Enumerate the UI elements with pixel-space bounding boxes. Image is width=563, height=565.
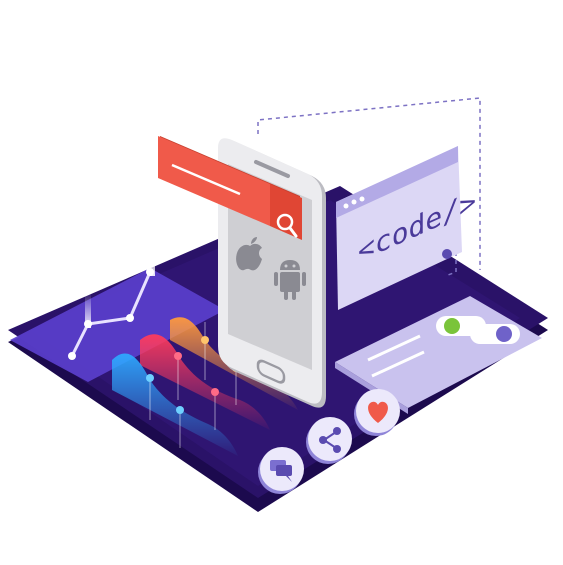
trend-point <box>68 352 76 360</box>
trend-point <box>84 320 92 328</box>
window-dot <box>343 203 349 209</box>
isometric-app-development-illustration: <code/> <box>8 97 548 512</box>
connector-node <box>442 249 452 259</box>
toggle-knob-on <box>444 318 460 334</box>
wave-point <box>201 336 209 344</box>
trend-point <box>146 268 154 276</box>
window-dot <box>359 196 365 202</box>
trend-point <box>126 314 134 322</box>
wave-point <box>176 406 184 414</box>
wave-point <box>211 388 219 396</box>
toggle-knob-off <box>496 326 512 342</box>
wave-point <box>174 352 182 360</box>
toggle-switch-off[interactable] <box>470 324 520 344</box>
wave-point <box>146 374 154 382</box>
window-dot <box>351 199 357 205</box>
